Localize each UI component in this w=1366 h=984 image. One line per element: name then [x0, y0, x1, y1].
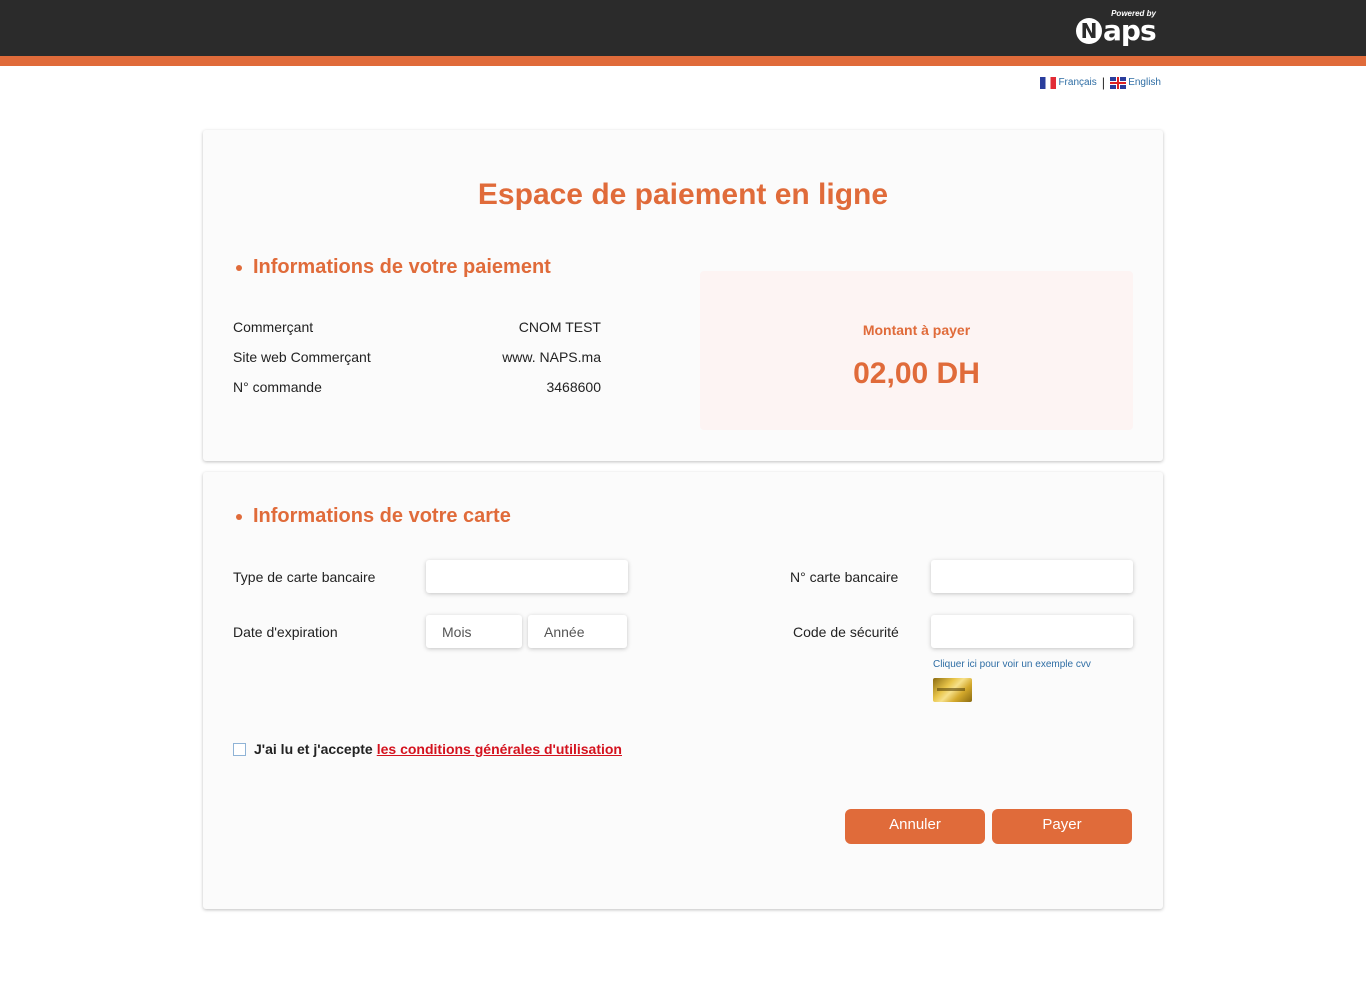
header-accent-stripe	[0, 56, 1366, 66]
amount-value: 02,00 DH	[853, 357, 980, 390]
language-switcher: Français | English	[1040, 75, 1161, 90]
card-info-card: Informations de votre carte Type de cart…	[203, 472, 1163, 909]
expiry-year-select[interactable]	[528, 615, 627, 648]
naps-logo-letter: N	[1076, 18, 1102, 44]
cvv-example-link[interactable]: Cliquer ici pour voir un exemple cvv	[933, 659, 1091, 670]
naps-brand-mark: N aps	[1076, 14, 1157, 47]
top-header-bar: Powered by N aps	[0, 0, 1366, 56]
card-number-label: N° carte bancaire	[790, 569, 899, 585]
order-number-row: N° commande 3468600	[233, 379, 601, 395]
language-separator: |	[1101, 75, 1106, 90]
merchant-website-row: Site web Commerçant www. NAPS.ma	[233, 349, 601, 365]
merchant-website-value: www. NAPS.ma	[502, 349, 601, 365]
cvv-card-example-icon[interactable]	[933, 678, 972, 702]
terms-acceptance: J'ai lu et j'accepte les conditions géné…	[233, 741, 622, 757]
language-french-link[interactable]: Français	[1040, 76, 1097, 89]
expiry-date-label: Date d'expiration	[233, 624, 338, 640]
uk-flag-icon	[1110, 76, 1127, 89]
language-french-label: Français	[1058, 77, 1097, 88]
security-code-label: Code de sécurité	[793, 624, 899, 640]
payment-info-section-title: Informations de votre paiement	[236, 256, 551, 279]
terms-checkbox[interactable]	[233, 742, 246, 756]
naps-logo: Powered by N aps	[1076, 8, 1158, 50]
card-info-section-title: Informations de votre carte	[236, 505, 511, 528]
language-english-label: English	[1128, 77, 1161, 88]
pay-button[interactable]: Payer	[992, 809, 1132, 844]
france-flag-icon	[1040, 76, 1057, 89]
payment-info-card: Espace de paiement en ligne Informations…	[203, 130, 1163, 461]
merchant-row: Commerçant CNOM TEST	[233, 319, 601, 335]
merchant-label: Commerçant	[233, 319, 314, 335]
card-type-select[interactable]	[426, 560, 628, 593]
amount-box: Montant à payer 02,00 DH	[700, 271, 1133, 430]
merchant-website-label: Site web Commerçant	[233, 349, 371, 365]
language-english-link[interactable]: English	[1110, 76, 1161, 89]
page-title: Espace de paiement en ligne	[477, 178, 889, 211]
order-number-value: 3468600	[546, 379, 601, 395]
payment-info-title-text: Informations de votre paiement	[253, 256, 551, 278]
naps-logo-text: aps	[1103, 14, 1157, 47]
bullet-icon	[236, 264, 242, 271]
amount-label: Montant à payer	[862, 322, 971, 338]
card-info-title-text: Informations de votre carte	[253, 505, 511, 527]
cancel-button[interactable]: Annuler	[845, 809, 985, 844]
card-number-input[interactable]	[931, 560, 1133, 593]
terms-prefix-text: J'ai lu et j'accepte	[254, 741, 373, 757]
security-code-input[interactable]	[931, 615, 1133, 648]
expiry-month-select[interactable]	[426, 615, 522, 648]
order-number-label: N° commande	[233, 379, 322, 395]
merchant-value: CNOM TEST	[518, 319, 601, 335]
bullet-icon	[236, 513, 242, 520]
card-type-label: Type de carte bancaire	[233, 569, 376, 585]
terms-conditions-link[interactable]: les conditions générales d'utilisation	[377, 741, 622, 757]
